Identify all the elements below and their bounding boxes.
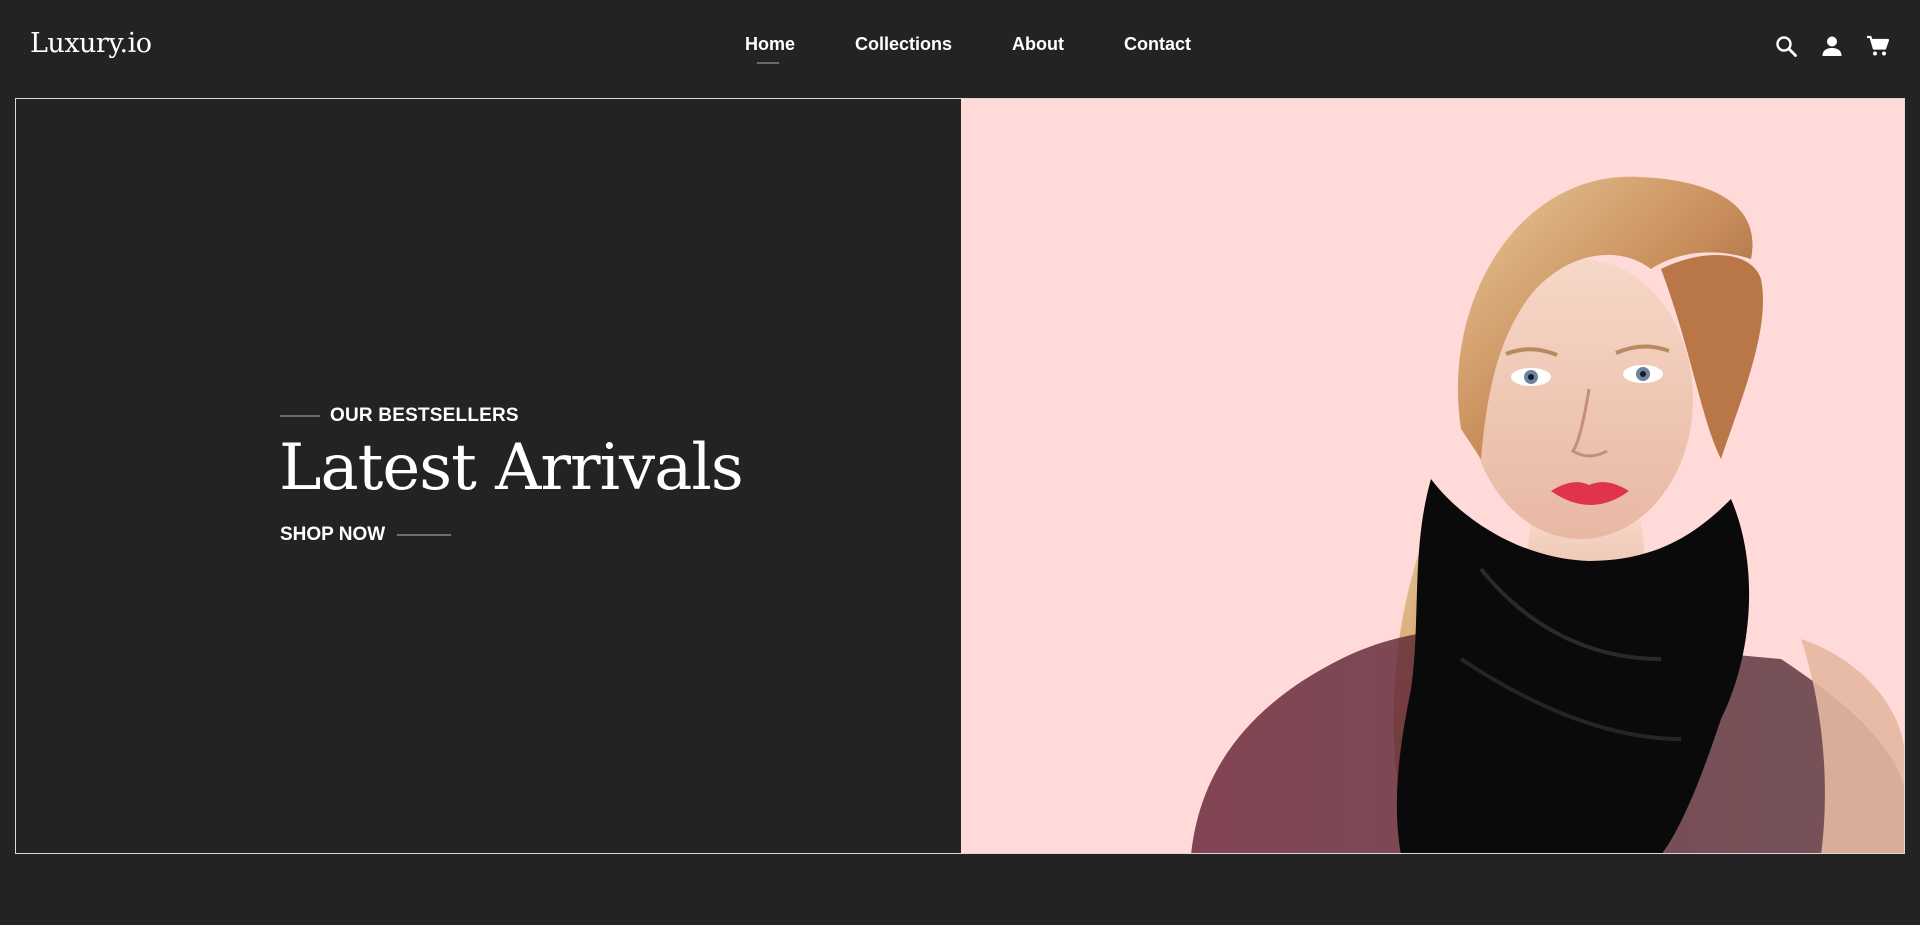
nav-item-contact[interactable]: Contact [1124, 34, 1191, 55]
search-icon[interactable] [1774, 34, 1798, 58]
hero-image [961, 99, 1904, 853]
main-nav: Home Collections About Contact [745, 34, 1191, 64]
nav-item-about[interactable]: About [1012, 34, 1064, 55]
active-nav-indicator [757, 62, 779, 64]
hero-banner: OUR BESTSELLERS Latest Arrivals SHOP NOW [15, 98, 1905, 854]
nav-item-home[interactable]: Home [745, 34, 796, 64]
user-icon[interactable] [1820, 34, 1844, 58]
eyebrow-line [280, 415, 320, 417]
site-header: Luxury.io Home Collections About Contact [0, 0, 1920, 98]
shop-now-line [397, 534, 452, 536]
header-actions [1774, 34, 1890, 58]
hero-title: Latest Arrivals [279, 431, 744, 505]
model-photo [1191, 176, 1904, 853]
hero-eyebrow-text: OUR BESTSELLERS [330, 405, 519, 426]
shop-now-label: SHOP NOW [280, 524, 386, 545]
nav-item-label: Contact [1124, 34, 1192, 54]
logo[interactable]: Luxury.io [30, 28, 152, 59]
nav-item-label: Collections [855, 34, 953, 54]
nav-item-label: Home [745, 34, 796, 54]
nav-item-label: About [1012, 34, 1065, 54]
hero-text-panel: OUR BESTSELLERS Latest Arrivals SHOP NOW [16, 99, 961, 853]
cart-icon[interactable] [1866, 34, 1890, 58]
shop-now-link[interactable]: SHOP NOW [280, 524, 452, 546]
nav-item-collections[interactable]: Collections [855, 34, 952, 55]
hero-eyebrow: OUR BESTSELLERS [280, 405, 519, 427]
